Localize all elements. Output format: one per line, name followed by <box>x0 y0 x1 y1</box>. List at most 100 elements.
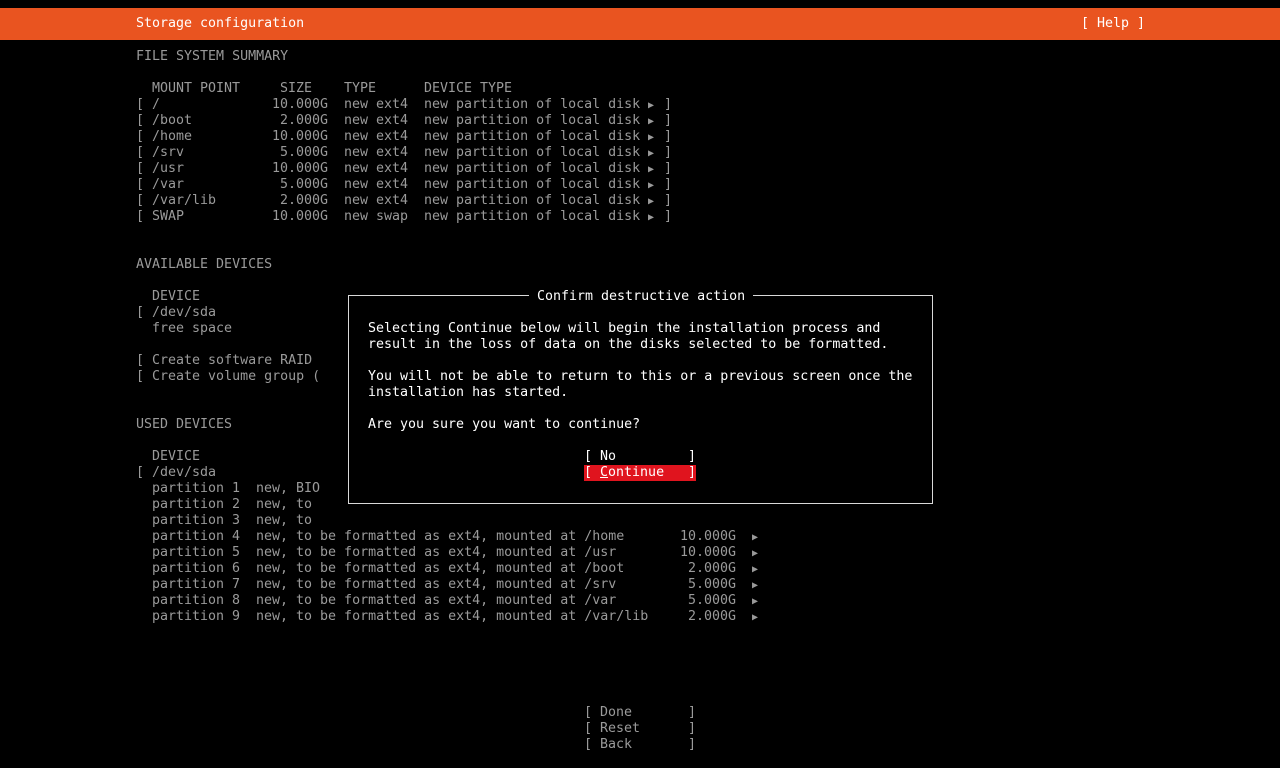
create-volume-group-button[interactable]: [ Create volume group ( <box>136 369 320 385</box>
partition-name[interactable]: partition 2 <box>152 497 240 513</box>
free-space-label: free space <box>152 321 233 336</box>
summary-device-type: new partition of local disk <box>424 209 641 224</box>
summary-type: new ext4 <box>344 161 409 176</box>
row-expand-icon: ▶ <box>648 116 655 127</box>
done-label: Done <box>600 705 633 720</box>
partition-desc: new, to <box>256 513 313 528</box>
summary-mount: / <box>152 97 161 112</box>
page-title: Storage configuration <box>136 16 305 31</box>
available-device-row[interactable]: [ /dev/sda <box>136 305 216 321</box>
summary-mount: /srv <box>152 145 185 160</box>
summary-size: 10.000G <box>271 129 328 144</box>
row-expand-icon: ▶ <box>648 196 655 207</box>
partition-size: 5.000G <box>687 577 736 592</box>
summary-size: 2.000G <box>279 113 328 128</box>
partition-name[interactable]: partition 3 <box>152 513 240 529</box>
partition-size: 2.000G <box>687 609 736 624</box>
summary-size: 2.000G <box>279 193 328 208</box>
partition-name[interactable]: partition 6 <box>152 561 240 577</box>
partition-expand-icon[interactable]: ▶ <box>752 594 758 610</box>
used-devices-heading: USED DEVICES <box>136 417 233 432</box>
summary-row[interactable]: [ <box>136 193 144 209</box>
row-expand-icon: ▶ <box>648 132 655 143</box>
partition-name[interactable]: partition 7 <box>152 577 240 593</box>
summary-row[interactable]: [ <box>136 161 144 177</box>
summary-type: new ext4 <box>344 145 409 160</box>
dialog-text-line-1: Selecting Continue below will begin the … <box>368 321 881 336</box>
summary-type: new ext4 <box>344 129 409 144</box>
partition-desc: new, BIO <box>256 481 321 496</box>
summary-mount: SWAP <box>152 209 185 224</box>
summary-size: 10.000G <box>271 209 328 224</box>
col-size: SIZE <box>280 81 313 96</box>
create-software-raid-button[interactable]: [ Create software RAID <box>136 353 312 369</box>
summary-row-bracket: ] <box>664 129 673 144</box>
back-label: Back <box>600 737 633 752</box>
partition-desc: new, to be formatted as ext4, mounted at… <box>256 577 617 592</box>
partition-size: 2.000G <box>687 561 736 576</box>
summary-device-type: new partition of local disk <box>424 193 641 208</box>
summary-device-type: new partition of local disk <box>424 129 641 144</box>
dialog-title: Confirm destructive action <box>529 289 754 305</box>
summary-size: 10.000G <box>271 97 328 112</box>
partition-name[interactable]: partition 5 <box>152 545 240 561</box>
summary-row-bracket: ] <box>664 177 673 192</box>
summary-row[interactable]: [ <box>136 129 144 145</box>
partition-expand-icon[interactable]: ▶ <box>752 530 758 546</box>
partition-size: 10.000G <box>679 545 736 560</box>
partition-expand-icon[interactable]: ▶ <box>752 546 758 562</box>
partition-expand-icon[interactable]: ▶ <box>752 578 758 594</box>
dialog-text-line-4: installation has started. <box>368 385 569 400</box>
reset-button[interactable]: [ Reset <box>584 721 640 737</box>
back-button[interactable]: [ Back <box>584 737 632 753</box>
summary-size: 5.000G <box>279 145 328 160</box>
confirm-dialog: Confirm destructive action Selecting Con… <box>348 289 933 504</box>
partition-name[interactable]: partition 8 <box>152 593 240 609</box>
summary-row[interactable]: [ <box>136 177 144 193</box>
dialog-text-line-2: result in the loss of data on the disks … <box>368 337 889 352</box>
title-bar: Storage configuration [ Help ] <box>0 8 1280 40</box>
row-expand-icon: ▶ <box>648 180 655 191</box>
summary-device-type: new partition of local disk <box>424 145 641 160</box>
summary-type: new ext4 <box>344 113 409 128</box>
summary-mount: /var <box>152 177 185 192</box>
partition-desc: new, to be formatted as ext4, mounted at… <box>256 529 625 544</box>
used-device-name: /dev/sda <box>152 465 217 480</box>
partition-expand-icon[interactable]: ▶ <box>752 610 758 626</box>
partition-name[interactable]: partition 1 <box>152 481 240 497</box>
summary-row[interactable]: [ <box>136 209 144 225</box>
summary-row-bracket: ] <box>664 97 673 112</box>
partition-expand-icon[interactable]: ▶ <box>752 562 758 578</box>
summary-size: 10.000G <box>271 161 328 176</box>
used-device-col: DEVICE <box>152 449 201 464</box>
summary-device-type: new partition of local disk <box>424 113 641 128</box>
partition-desc: new, to be formatted as ext4, mounted at… <box>256 609 649 624</box>
summary-row-bracket: ] <box>664 145 673 160</box>
no-label: No <box>600 449 617 464</box>
partition-size: 5.000G <box>687 593 736 608</box>
col-type: TYPE <box>344 81 377 96</box>
continue-label: ontinue <box>608 465 665 480</box>
summary-row-bracket: ] <box>664 113 673 128</box>
summary-mount: /var/lib <box>152 193 217 208</box>
help-button[interactable]: [ Help ] <box>1081 16 1145 32</box>
summary-row[interactable]: [ <box>136 97 144 113</box>
continue-hotkey: C <box>600 465 609 480</box>
partition-name[interactable]: partition 9 <box>152 609 240 625</box>
summary-type: new ext4 <box>344 177 409 192</box>
dialog-text-line-3: You will not be able to return to this o… <box>368 369 913 384</box>
summary-row-bracket: ] <box>664 193 673 208</box>
no-button[interactable]: [ No] <box>584 449 696 465</box>
continue-button[interactable]: [ Continue] <box>584 465 696 481</box>
row-expand-icon: ▶ <box>648 148 655 159</box>
done-button-bracket: ] <box>688 705 697 720</box>
done-button[interactable]: [ Done <box>584 705 632 721</box>
partition-name[interactable]: partition 4 <box>152 529 240 545</box>
used-device-row[interactable]: [ /dev/sda <box>136 465 216 481</box>
summary-device-type: new partition of local disk <box>424 161 641 176</box>
col-mount-point: MOUNT POINT <box>152 81 241 96</box>
partition-size: 10.000G <box>679 529 736 544</box>
summary-row[interactable]: [ <box>136 145 144 161</box>
row-expand-icon: ▶ <box>648 100 655 111</box>
summary-row[interactable]: [ <box>136 113 144 129</box>
